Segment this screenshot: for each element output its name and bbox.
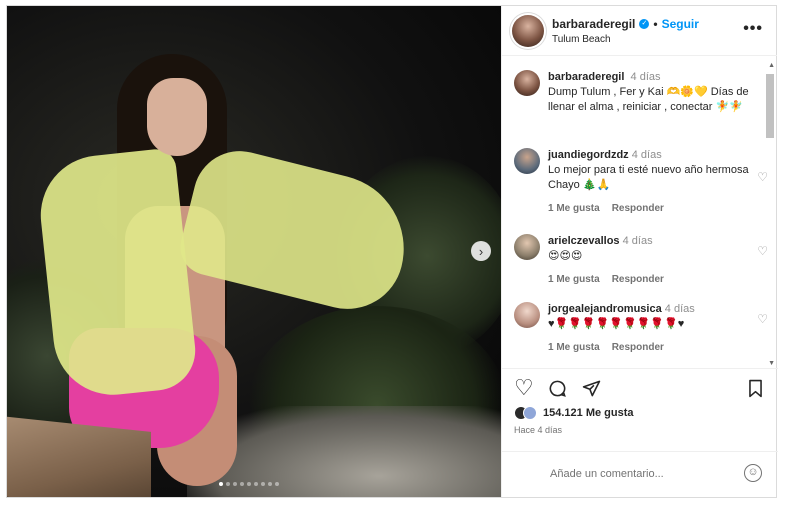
emoji-icon[interactable]: ☺ bbox=[744, 464, 762, 482]
comment-body: jorgealejandromusica 4 días ♥🌹🌹🌹🌹🌹🌹🌹🌹🌹♥ bbox=[548, 302, 754, 332]
comment-meta: 1 Me gusta Responder bbox=[548, 203, 754, 214]
bookmark-icon[interactable] bbox=[747, 379, 764, 401]
post-sidebar: barbaraderegil ✓ • Seguir Tulum Beach ••… bbox=[501, 6, 778, 497]
post-header: barbaraderegil ✓ • Seguir Tulum Beach ••… bbox=[502, 6, 777, 56]
reply-button[interactable]: Responder bbox=[612, 274, 664, 285]
next-image-button[interactable]: › bbox=[471, 241, 491, 261]
author-username[interactable]: barbaraderegil bbox=[552, 17, 635, 31]
likes-row: 154.121 Me gusta bbox=[514, 406, 634, 420]
scroll-down-arrow-icon[interactable]: ▼ bbox=[768, 360, 775, 367]
action-bar: ♡ bbox=[502, 368, 778, 404]
comments-list[interactable]: barbaraderegil 4 días Dump Tulum , Fer y… bbox=[502, 56, 778, 366]
comment-body: arielczevallos 4 días 😍😍😍 bbox=[548, 234, 754, 264]
carousel-dot bbox=[226, 482, 230, 486]
author-avatar[interactable] bbox=[512, 15, 544, 47]
scroll-up-arrow-icon[interactable]: ▲ bbox=[768, 62, 775, 69]
scroll-thumb[interactable] bbox=[766, 74, 774, 138]
author-line: barbaraderegil ✓ • Seguir bbox=[552, 17, 699, 31]
comment-username[interactable]: arielczevallos bbox=[548, 235, 620, 247]
comment-meta: 1 Me gusta Responder bbox=[548, 342, 754, 353]
liker-avatars bbox=[514, 406, 537, 420]
comment-text: ♥🌹🌹🌹🌹🌹🌹🌹🌹🌹♥ bbox=[548, 318, 685, 330]
carousel-dot bbox=[268, 482, 272, 486]
likes-count[interactable]: 154.121 Me gusta bbox=[543, 407, 634, 419]
comment-time: 4 días bbox=[622, 235, 653, 247]
liker-avatar bbox=[523, 406, 537, 420]
comment-likes[interactable]: 1 Me gusta bbox=[548, 342, 600, 353]
comment-likes[interactable]: 1 Me gusta bbox=[548, 203, 600, 214]
follow-button[interactable]: Seguir bbox=[662, 17, 699, 31]
comment-input[interactable] bbox=[550, 464, 730, 484]
commenter-avatar[interactable] bbox=[514, 234, 540, 260]
comment-text: Lo mejor para ti esté nuevo año hermosa … bbox=[548, 164, 749, 191]
comment-body: juandiegordzdz 4 días Lo mejor para ti e… bbox=[548, 148, 754, 193]
comment-item: arielczevallos 4 días 😍😍😍 1 Me gusta Res… bbox=[514, 234, 768, 285]
comment-time: 4 días bbox=[631, 149, 662, 161]
post-photo[interactable]: › bbox=[7, 6, 501, 497]
caption-avatar[interactable] bbox=[514, 70, 540, 96]
caption-body: barbaraderegil 4 días Dump Tulum , Fer y… bbox=[548, 70, 754, 115]
post-time: Hace 4 días bbox=[514, 425, 563, 435]
commenter-avatar[interactable] bbox=[514, 148, 540, 174]
person-shirt bbox=[34, 147, 200, 401]
comments-scrollbar[interactable]: ▲ ▼ bbox=[765, 62, 775, 367]
carousel-dot bbox=[275, 482, 279, 486]
caption-time: 4 días bbox=[630, 71, 661, 83]
comment-item: jorgealejandromusica 4 días ♥🌹🌹🌹🌹🌹🌹🌹🌹🌹♥ … bbox=[514, 302, 768, 353]
verified-badge-icon: ✓ bbox=[639, 19, 650, 29]
comment-meta: 1 Me gusta Responder bbox=[548, 274, 754, 285]
carousel-dot bbox=[247, 482, 251, 486]
share-icon[interactable] bbox=[582, 379, 601, 401]
post-location[interactable]: Tulum Beach bbox=[552, 34, 611, 45]
instagram-post: › barbaraderegil ✓ • Seguir Tulum Beach … bbox=[6, 5, 778, 498]
comment-username[interactable]: jorgealejandromusica bbox=[548, 303, 662, 315]
separator: • bbox=[653, 17, 658, 31]
comment-text: 😍😍😍 bbox=[548, 250, 583, 262]
caption-username[interactable]: barbaraderegil bbox=[548, 71, 624, 83]
comment-icon[interactable] bbox=[548, 379, 567, 401]
reply-button[interactable]: Responder bbox=[612, 342, 664, 353]
carousel-dot bbox=[233, 482, 237, 486]
comment-item: juandiegordzdz 4 días Lo mejor para ti e… bbox=[514, 148, 768, 214]
like-heart-icon[interactable]: ♡ bbox=[514, 377, 534, 399]
carousel-dot bbox=[219, 482, 223, 486]
person-face bbox=[147, 78, 207, 156]
comment-time: 4 días bbox=[664, 303, 695, 315]
add-comment-bar: ☺ bbox=[502, 451, 778, 497]
carousel-dot bbox=[254, 482, 258, 486]
caption: barbaraderegil 4 días Dump Tulum , Fer y… bbox=[514, 70, 754, 115]
commenter-avatar[interactable] bbox=[514, 302, 540, 328]
caption-text: Dump Tulum , Fer y Kai 🫶🌼💛 Días de llena… bbox=[548, 86, 749, 113]
carousel-dots bbox=[219, 482, 279, 486]
carousel-dot bbox=[261, 482, 265, 486]
carousel-dot bbox=[240, 482, 244, 486]
comment-username[interactable]: juandiegordzdz bbox=[548, 149, 629, 161]
comment-likes[interactable]: 1 Me gusta bbox=[548, 274, 600, 285]
reply-button[interactable]: Responder bbox=[612, 203, 664, 214]
chevron-right-icon: › bbox=[478, 243, 484, 259]
more-options-icon[interactable]: ••• bbox=[743, 20, 763, 38]
